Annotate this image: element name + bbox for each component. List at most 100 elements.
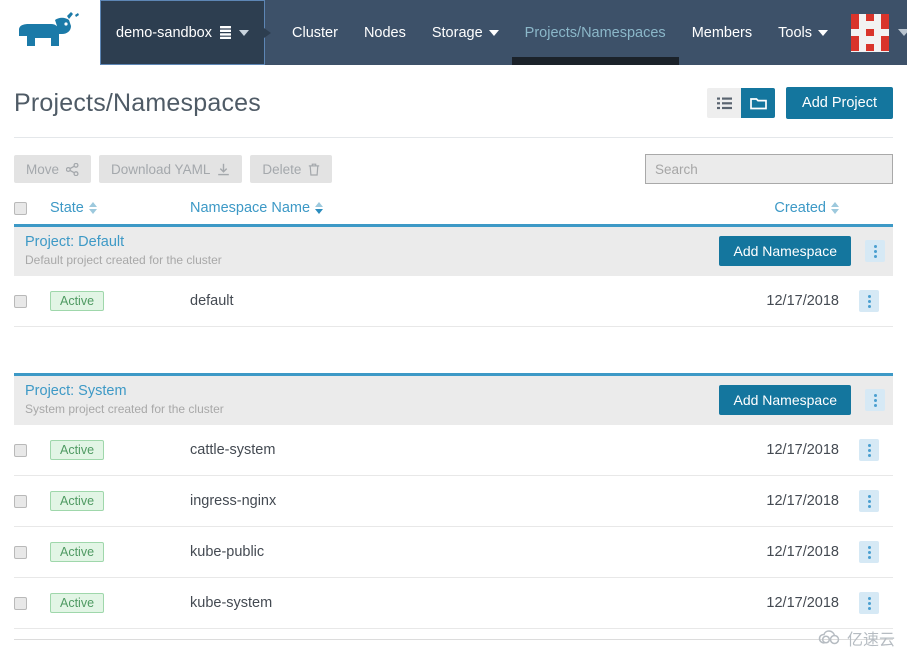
chevron-down-icon: [238, 29, 249, 36]
table-row[interactable]: Active kube-system 12/17/2018: [14, 578, 893, 629]
row-name-cell: ingress-nginx: [190, 493, 675, 509]
row-checkbox[interactable]: [14, 596, 27, 610]
project-group-title: Project: System: [25, 383, 127, 399]
status-badge: Active: [50, 440, 105, 460]
cluster-selector-label: demo-sandbox: [116, 24, 212, 41]
table-row[interactable]: Active kube-public 12/17/2018: [14, 527, 893, 578]
delete-button-label: Delete: [262, 161, 302, 177]
sort-toggle-name[interactable]: [315, 202, 324, 214]
row-checkbox[interactable]: [14, 545, 27, 559]
namespace-name[interactable]: kube-system: [190, 595, 272, 611]
group-spacer: [14, 327, 893, 373]
sort-toggle-state[interactable]: [88, 202, 97, 214]
row-actions-menu[interactable]: [859, 541, 879, 563]
chevron-down-icon: [817, 29, 828, 36]
add-project-button[interactable]: Add Project: [786, 87, 893, 119]
row-created-cell: 12/17/2018: [766, 493, 839, 509]
group-view-button[interactable]: [741, 88, 776, 118]
namespace-name[interactable]: kube-public: [190, 544, 264, 560]
namespace-name[interactable]: default: [190, 293, 234, 309]
project-actions-menu[interactable]: [865, 240, 885, 262]
row-actions-menu[interactable]: [859, 592, 879, 614]
row-actions-menu[interactable]: [859, 290, 879, 312]
row-menu-cell: [845, 490, 893, 512]
row-menu-cell: [845, 592, 893, 614]
main-nav: Cluster Nodes Storage Projects/Namespace…: [265, 0, 841, 65]
nav-item-nodes[interactable]: Nodes: [351, 0, 419, 65]
list-view-button[interactable]: [707, 88, 742, 118]
row-select-cell: [14, 545, 50, 559]
list-icon: [716, 97, 732, 109]
nav-label: Storage: [431, 24, 483, 41]
row-checkbox[interactable]: [14, 443, 27, 457]
status-badge: Active: [50, 593, 105, 613]
row-actions-menu[interactable]: [859, 490, 879, 512]
namespace-name[interactable]: ingress-nginx: [190, 493, 276, 509]
project-group-header: Project: System System project created f…: [14, 373, 893, 425]
row-checkbox[interactable]: [14, 294, 27, 308]
row-select-cell: [14, 494, 50, 508]
row-name-cell: kube-public: [190, 544, 675, 560]
download-yaml-button[interactable]: Download YAML: [99, 155, 243, 183]
table-row[interactable]: Active default 12/17/2018: [14, 276, 893, 327]
top-navbar: demo-sandbox Cluster Nodes Storage Proje…: [0, 0, 907, 65]
bulk-actions: Move Download YAML Delete: [14, 155, 333, 183]
user-menu[interactable]: [841, 0, 907, 65]
nav-item-cluster[interactable]: Cluster: [279, 0, 351, 65]
row-name-cell: default: [190, 293, 675, 309]
move-button[interactable]: Move: [14, 155, 92, 183]
row-select-cell: [14, 294, 50, 308]
sort-toggle-created[interactable]: [831, 202, 839, 214]
add-namespace-button[interactable]: Add Namespace: [719, 236, 851, 266]
column-header-state[interactable]: State: [50, 200, 190, 216]
avatar: [850, 13, 889, 52]
row-select-cell: [14, 596, 50, 610]
folder-icon: [749, 98, 767, 110]
rancher-logo[interactable]: [0, 0, 100, 65]
column-label-state: State: [50, 200, 84, 216]
search-input[interactable]: [645, 154, 893, 184]
column-header-created[interactable]: Created: [675, 200, 845, 216]
chevron-down-icon: [488, 29, 499, 36]
page-header-actions: Add Project: [707, 87, 893, 119]
row-checkbox[interactable]: [14, 494, 27, 508]
rancher-cow-logo: [19, 11, 79, 46]
chevron-down-icon: [897, 29, 907, 36]
project-actions-menu[interactable]: [865, 389, 885, 411]
project-group-header: Project: Default Default project created…: [14, 224, 893, 276]
row-actions-menu[interactable]: [859, 439, 879, 461]
nav-item-projects-namespaces[interactable]: Projects/Namespaces: [511, 0, 679, 65]
status-badge: Active: [50, 291, 105, 311]
row-created-cell: 12/17/2018: [766, 544, 839, 560]
project-group-description: System project created for the cluster: [25, 402, 224, 416]
table-bottom-rule: [14, 639, 893, 640]
column-header-name[interactable]: Namespace Name: [190, 200, 675, 216]
add-namespace-button[interactable]: Add Namespace: [719, 385, 851, 415]
table-row[interactable]: Active ingress-nginx 12/17/2018: [14, 476, 893, 527]
row-menu-cell: [845, 541, 893, 563]
column-label-created: Created: [774, 200, 826, 216]
download-yaml-label: Download YAML: [111, 161, 211, 177]
row-menu-cell: [845, 290, 893, 312]
share-icon: [66, 162, 79, 176]
cluster-selector[interactable]: demo-sandbox: [100, 0, 271, 65]
select-all-checkbox[interactable]: [14, 201, 27, 215]
row-created-cell: 12/17/2018: [766, 293, 839, 309]
row-state-cell: Active: [50, 440, 190, 460]
status-badge: Active: [50, 542, 105, 562]
column-label-name: Namespace Name: [190, 200, 311, 216]
nav-label: Nodes: [363, 24, 406, 41]
row-menu-cell: [845, 439, 893, 461]
nav-item-tools[interactable]: Tools: [765, 0, 841, 65]
delete-button[interactable]: Delete: [250, 155, 333, 183]
nav-item-members[interactable]: Members: [679, 0, 765, 65]
row-created-cell: 12/17/2018: [766, 595, 839, 611]
table-row[interactable]: Active cattle-system 12/17/2018: [14, 425, 893, 476]
page-header: Projects/Namespaces Add Project: [14, 65, 893, 137]
namespace-name[interactable]: cattle-system: [190, 442, 275, 458]
table-header-row: State Namespace Name Created: [14, 194, 893, 224]
project-group-system: Project: System System project created f…: [14, 373, 893, 629]
nav-label: Tools: [778, 24, 812, 41]
nav-item-storage[interactable]: Storage: [419, 0, 512, 65]
action-bar: Move Download YAML Delete Search: [14, 138, 893, 194]
